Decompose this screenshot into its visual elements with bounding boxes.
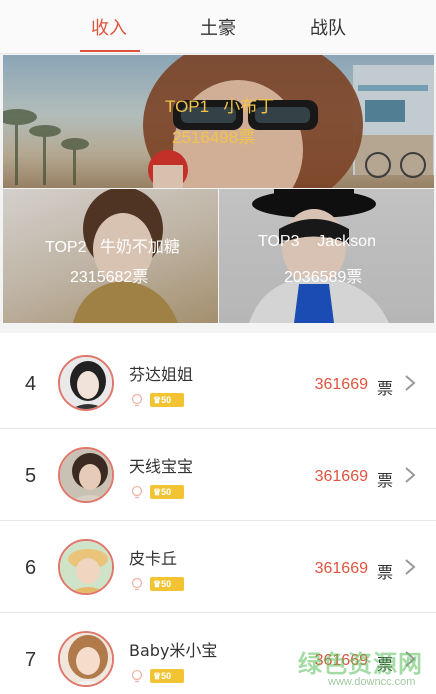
- avatar: [58, 447, 114, 503]
- avatar: [58, 355, 114, 411]
- ranking-list: 4 芬达姐姐 ♛50 361669 票 5 天线宝宝 ♛50 361669 票 …: [0, 333, 436, 694]
- top3-votes: 2036589票: [284, 269, 363, 286]
- top1-banner[interactable]: TOP1 小布丁 2516498票: [3, 55, 434, 188]
- vote-unit: 票: [376, 563, 393, 582]
- vote-count: 361669: [314, 468, 368, 485]
- tab-bar: 收入 土豪 战队: [0, 0, 436, 54]
- tab-team[interactable]: 战队: [283, 14, 373, 54]
- bulb-icon: [131, 393, 143, 407]
- watermark-url: www.downcc.com: [328, 676, 416, 688]
- list-item[interactable]: 5 天线宝宝 ♛50 361669 票: [0, 429, 436, 521]
- active-tab-indicator: [80, 50, 140, 52]
- vote-unit: 票: [376, 379, 393, 398]
- chevron-right-icon: [405, 467, 416, 483]
- bulb-icon: [131, 669, 143, 683]
- top2-banner[interactable]: TOP2 牛奶不加糖 2315682票: [3, 189, 218, 323]
- rank-number: 6: [25, 557, 37, 579]
- user-name: 皮卡丘: [129, 549, 178, 568]
- avatar: [58, 631, 114, 687]
- user-name: 天线宝宝: [129, 457, 194, 476]
- user-name: Baby米小宝: [129, 641, 218, 660]
- bulb-icon: [131, 485, 143, 499]
- tab-rich[interactable]: 土豪: [173, 14, 263, 54]
- list-item[interactable]: 6 皮卡丘 ♛50 361669 票: [0, 521, 436, 613]
- chevron-right-icon: [405, 375, 416, 391]
- user-name: 芬达姐姐: [129, 365, 194, 384]
- watermark-text: 绿色资源网: [298, 650, 423, 678]
- top1-label: TOP1 小布丁: [165, 97, 275, 116]
- watermark: 绿色资源网 www.downcc.com: [298, 642, 434, 692]
- tab-income[interactable]: 收入: [64, 14, 154, 54]
- avatar: [58, 539, 114, 595]
- top1-votes: 2516498票: [172, 128, 256, 147]
- top2-votes: 2315682票: [70, 269, 149, 286]
- rank-number: 7: [25, 649, 37, 671]
- list-item[interactable]: 4 芬达姐姐 ♛50 361669 票: [0, 337, 436, 429]
- bulb-icon: [131, 577, 143, 591]
- level-badge: ♛50: [150, 669, 184, 683]
- level-badge: ♛50: [150, 577, 184, 591]
- top3-banner[interactable]: TOP3 Jackson 2036589票: [219, 189, 434, 323]
- rank-number: 5: [25, 465, 37, 487]
- level-badge: ♛50: [150, 393, 184, 407]
- level-badge: ♛50: [150, 485, 184, 499]
- vote-count: 361669: [314, 560, 368, 577]
- vote-unit: 票: [376, 471, 393, 490]
- chevron-right-icon: [405, 559, 416, 575]
- top3-label: TOP3 Jackson: [258, 233, 376, 250]
- top2-label: TOP2 牛奶不加糖: [45, 239, 180, 256]
- vote-count: 361669: [314, 376, 368, 393]
- rank-number: 4: [25, 373, 37, 395]
